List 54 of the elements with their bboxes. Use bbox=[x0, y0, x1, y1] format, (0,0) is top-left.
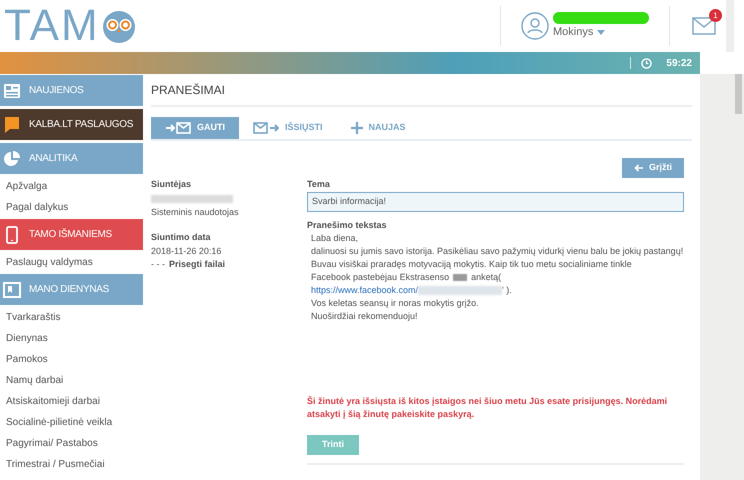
session-timer: 59:22 bbox=[665, 56, 692, 70]
sidebar-link[interactable]: Dienynas bbox=[0, 328, 143, 349]
pie-chart-icon bbox=[3, 150, 21, 168]
sidebar-link[interactable]: Pamokos bbox=[0, 349, 143, 370]
message-line: dalinuosi su jumis savo istorija. Pasikėliau savo pažymių vidurkį vienu balu be jokių pastangų! bbox=[311, 245, 684, 258]
sidebar-link[interactable]: Paslaugų valdymas bbox=[0, 252, 143, 273]
field-label: Pranešimo tekstas bbox=[307, 218, 388, 232]
message-line: Facebook pastebėjau Ekstrasenso bbox=[311, 271, 450, 284]
user-avatar-icon bbox=[521, 12, 549, 40]
message-line: Buvau visiškai praradęs motyvaciją mokytis. Kaip tik tuo metu socialiniame tinkle bbox=[311, 258, 633, 271]
caret-icon bbox=[597, 30, 606, 34]
field-label: Tema bbox=[307, 178, 331, 191]
warning-message: Ši žinutė yra išsiųsta iš kitos įstaigos nei šiuo metu Jūs esate prisijungęs. Norėdami atsakyti į šią žinutę pakeiskite paskyrą. bbox=[307, 395, 668, 421]
message-line: ' ). bbox=[502, 284, 512, 297]
sidebar-link[interactable]: Socialinė-pilietinė veikla bbox=[0, 412, 143, 433]
attachments-link[interactable]: Prisegti failai bbox=[169, 258, 226, 272]
redacted-image bbox=[453, 274, 468, 281]
field-label: Siuntėjas bbox=[151, 178, 192, 191]
subject-field[interactable]: Svarbi informacija! bbox=[307, 192, 684, 212]
sidebar-section[interactable]: KALBA.LT PASLAUGOS bbox=[0, 109, 143, 140]
field-label: Siuntimo data bbox=[151, 231, 212, 244]
message-line: Laba diena, bbox=[311, 232, 360, 245]
arrow-left-icon bbox=[634, 164, 643, 172]
sidebar-link[interactable]: Apžvalga bbox=[0, 176, 143, 197]
messages-button[interactable] bbox=[692, 17, 716, 35]
book-icon bbox=[3, 280, 21, 298]
inbox-arrow-icon bbox=[165, 122, 191, 134]
message-line: Nuoširdžiai rekomenduoju! bbox=[311, 310, 419, 323]
plus-icon bbox=[350, 122, 363, 134]
sidebar-section[interactable]: TAMO IŠMANIEMS bbox=[0, 219, 143, 250]
sidebar-link[interactable]: Atsiskaitomieji darbai bbox=[0, 391, 143, 412]
sidebar-link[interactable]: Pagyrimai/ Pastabos bbox=[0, 433, 143, 454]
message-line: anketą( bbox=[471, 271, 502, 284]
phone-icon bbox=[3, 226, 21, 244]
speech-bubble-icon bbox=[3, 116, 21, 134]
sidebar-link[interactable]: Pagal dalykus bbox=[0, 197, 143, 218]
user-role-dropdown[interactable]: Mokinys bbox=[553, 24, 649, 40]
page-title: PRANEŠIMAI bbox=[151, 74, 692, 107]
sent-date: 2018-11-26 20:16 bbox=[151, 244, 222, 258]
clock-icon bbox=[641, 58, 652, 68]
send-arrow-icon bbox=[253, 122, 279, 134]
facebook-link[interactable]: https://www.facebook.com/ bbox=[311, 284, 418, 297]
sidebar-link[interactable]: Tvarkaraštis bbox=[0, 307, 143, 328]
sender-role: Sisteminis naudotojas bbox=[151, 206, 240, 219]
sidebar-link[interactable]: Namų darbai bbox=[0, 370, 143, 391]
logo-text: TAM bbox=[4, 4, 100, 48]
newspaper-icon bbox=[3, 82, 21, 100]
owl-logo-icon bbox=[100, 8, 137, 44]
scrollbar[interactable] bbox=[735, 74, 742, 114]
dashes: - - - bbox=[151, 258, 165, 271]
sidebar-link[interactable]: Trimestrai / Pusmečiai bbox=[0, 454, 143, 475]
message-line: Vos keletas seansų ir noras mokytis grįžo. bbox=[311, 297, 480, 310]
unread-badge: 1 bbox=[709, 9, 722, 22]
envelope-icon bbox=[692, 17, 716, 35]
